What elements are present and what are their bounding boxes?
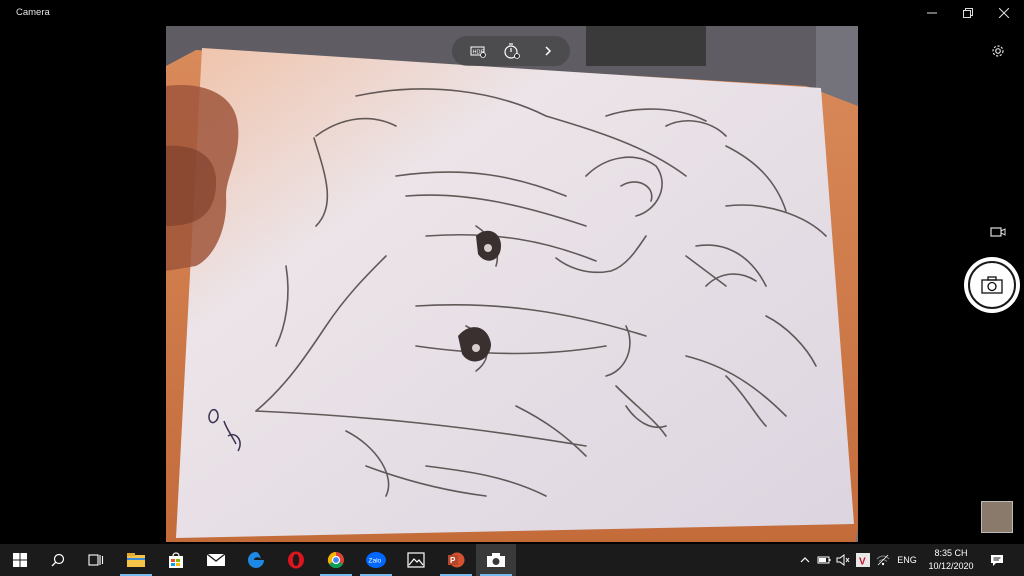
svg-text:P: P [450, 556, 456, 565]
show-hidden-icons-button[interactable] [798, 544, 812, 576]
notification-icon [991, 554, 1003, 566]
battery-icon [817, 556, 831, 564]
video-camera-icon [990, 227, 1006, 237]
last-capture-thumbnail[interactable] [981, 501, 1013, 533]
svg-text:Zalo: Zalo [369, 558, 382, 565]
clock-date: 10/12/2020 [928, 561, 974, 571]
settings-button[interactable] [988, 41, 1008, 61]
edge-icon [248, 552, 264, 568]
camera-control-bar: HDR [452, 36, 570, 66]
camera-preview [166, 26, 858, 542]
svg-text:V: V [859, 557, 866, 568]
language-button[interactable]: ENG [894, 544, 920, 576]
taskbar-chrome[interactable] [316, 544, 356, 576]
gear-icon [992, 45, 1004, 57]
volume-button[interactable] [834, 544, 852, 576]
search-button[interactable] [38, 544, 78, 576]
search-icon [51, 553, 65, 567]
close-icon [999, 8, 1009, 18]
take-photo-button[interactable] [964, 257, 1020, 313]
vietkey-button[interactable]: V [854, 544, 872, 576]
taskbar-camera[interactable] [476, 544, 516, 576]
close-button[interactable] [986, 0, 1022, 26]
taskbar-store[interactable] [156, 544, 196, 576]
battery-button[interactable] [816, 544, 832, 576]
start-icon [13, 553, 27, 567]
restore-button[interactable] [950, 0, 986, 26]
zalo-icon: Zalo [366, 552, 386, 568]
clock-time: 8:35 CH [934, 548, 968, 558]
chrome-icon [327, 551, 344, 569]
taskbar: Zalo P V ENG 8:35 CH 10/12/2020 [0, 544, 1024, 576]
hdr-icon: HDR [470, 46, 486, 58]
more-chevron-icon [545, 46, 552, 56]
task-view-button[interactable] [76, 544, 116, 576]
task-view-icon [88, 554, 104, 566]
taskbar-powerpoint[interactable]: P [436, 544, 476, 576]
action-center-button[interactable] [986, 544, 1008, 576]
shutter-ring [968, 261, 1016, 309]
photo-camera-icon [981, 276, 1003, 294]
file-explorer-icon [127, 553, 145, 567]
preview-image [166, 26, 858, 542]
start-button[interactable] [0, 544, 40, 576]
taskbar-mail[interactable] [196, 544, 236, 576]
taskbar-opera[interactable] [276, 544, 316, 576]
timer-icon [504, 43, 520, 59]
mail-icon [206, 553, 226, 566]
more-controls-button[interactable] [536, 39, 560, 63]
taskbar-zalo[interactable]: Zalo [356, 544, 396, 576]
powerpoint-icon: P [448, 552, 465, 568]
network-button[interactable] [874, 544, 892, 576]
camera-icon [487, 553, 505, 567]
store-icon [169, 552, 183, 568]
photos-icon [407, 552, 425, 568]
wifi-icon [876, 554, 890, 566]
title-bar: Camera [0, 0, 1024, 26]
restore-icon [963, 8, 973, 18]
taskbar-edge[interactable] [236, 544, 276, 576]
clock-button[interactable]: 8:35 CH 10/12/2020 [920, 547, 982, 573]
hdr-button[interactable]: HDR [466, 39, 490, 63]
taskbar-file-explorer[interactable] [116, 544, 156, 576]
timer-button[interactable] [500, 39, 524, 63]
chevron-up-icon [800, 557, 810, 563]
minimize-button[interactable] [914, 0, 950, 26]
volume-muted-icon [836, 554, 850, 566]
minimize-icon [927, 12, 937, 14]
video-mode-button[interactable] [988, 222, 1008, 242]
opera-icon [288, 551, 304, 569]
window-title: Camera [16, 7, 50, 18]
taskbar-photos[interactable] [396, 544, 436, 576]
vietkey-icon: V [856, 553, 870, 567]
